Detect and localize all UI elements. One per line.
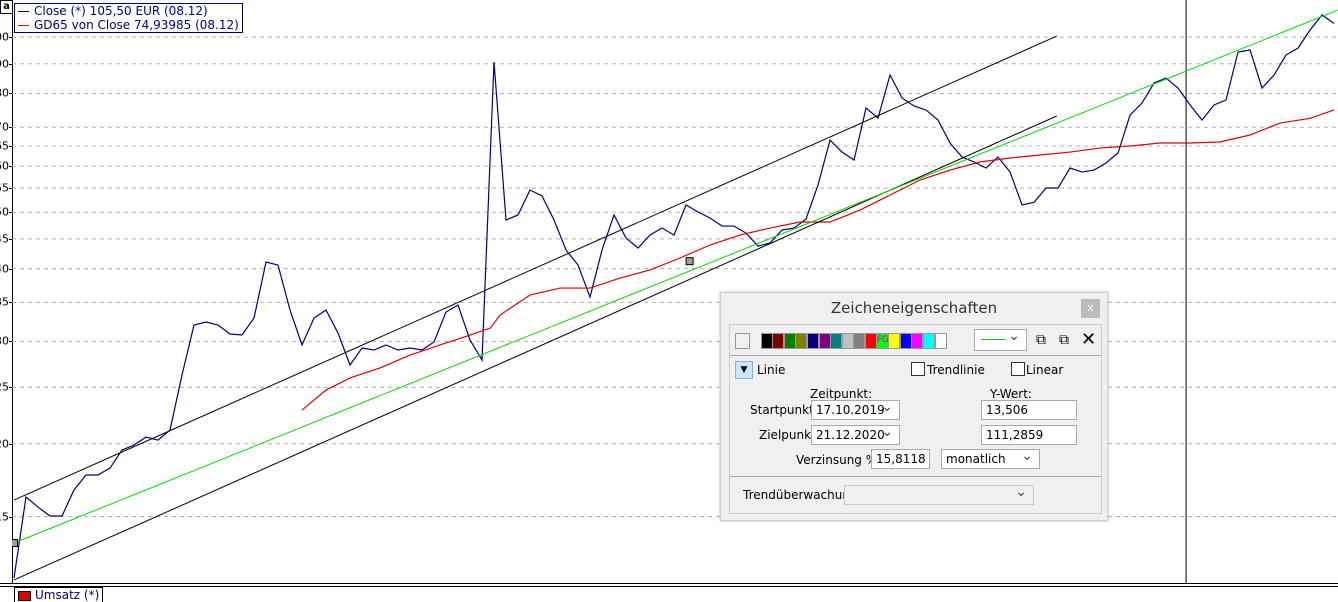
trendueberwachung-select[interactable] [844, 485, 1034, 505]
delete-icon[interactable]: ✕ [1081, 329, 1096, 350]
color-swatch[interactable] [935, 333, 947, 349]
color-swatch[interactable] [888, 333, 900, 349]
y-tick-label: 70 [0, 121, 9, 134]
trend-green-line [14, 10, 1338, 543]
divider [730, 476, 1101, 477]
dialog-title: Zeicheneigenschaften [721, 299, 1107, 317]
y-tick-label: 65 [0, 139, 9, 152]
pane-a-label[interactable]: a [0, 0, 13, 14]
legend-label: Close (*) 105,50 EUR (08.12) [34, 4, 208, 18]
y-tick-label: 45 [0, 232, 9, 245]
y-tick-label: 30 [0, 335, 9, 348]
fg-label: FG [877, 335, 889, 345]
startpunkt-date-select[interactable]: 17.10.2019 [811, 400, 900, 420]
divider [730, 355, 1101, 356]
trendlinie-checkbox[interactable] [911, 362, 925, 376]
y-tick-label: 50 [0, 206, 9, 219]
trendline-handle [686, 258, 693, 265]
color-swatch[interactable] [819, 333, 831, 349]
color-swatch[interactable] [761, 333, 773, 349]
startpunkt-y-input[interactable]: 13,506 [981, 400, 1077, 420]
volume-swatch [18, 591, 31, 601]
legend-label: GD65 von Close 74,93985 (08.12) [34, 18, 239, 32]
legend[interactable]: Close (*) 105,50 EUR (08.12) GD65 von Cl… [14, 3, 243, 33]
legend-item-close[interactable]: Close (*) 105,50 EUR (08.12) [18, 4, 239, 18]
linie-label: Linie [757, 363, 785, 377]
trendline-handle [12, 540, 18, 547]
line-style-preview [981, 339, 1005, 340]
zeitpunkt-label: Zeitpunkt: [810, 387, 872, 401]
verzinsung-input[interactable]: 15,8118 [871, 449, 930, 469]
verzinsung-label: Verzinsung %: [796, 453, 881, 467]
color-swatch[interactable] [795, 333, 807, 349]
y-tick-label: 100 [0, 31, 9, 44]
color-swatch[interactable] [784, 333, 796, 349]
linear-checkbox[interactable] [1011, 362, 1025, 376]
y-tick-label: 90 [0, 57, 9, 70]
color-swatch[interactable] [807, 333, 819, 349]
color-swatch[interactable] [865, 333, 877, 349]
color-swatch[interactable] [772, 333, 784, 349]
pane-divider[interactable] [0, 583, 1338, 587]
zielpunkt-date-select[interactable]: 21.12.2020 [811, 425, 900, 445]
y-tick-label: 55 [0, 182, 9, 195]
y-tick-label: 35 [0, 296, 9, 309]
close-series-line [14, 15, 1334, 578]
dialog-body: FG ⧉ ⧉ ✕ ▼ Linie Trendlinie Linear Zeitp… [729, 324, 1102, 514]
zielpunkt-y-input[interactable]: 111,2859 [981, 425, 1077, 445]
drawing-properties-dialog: Zeicheneigenschaften x FG ⧉ ⧉ ✕ ▼ Linie … [720, 292, 1108, 521]
trendlinie-label: Trendlinie [927, 363, 985, 377]
color-swatch[interactable] [853, 333, 865, 349]
zielpunkt-date-value: 21.12.2020 [816, 428, 885, 442]
legend-item-gd65[interactable]: GD65 von Close 74,93985 (08.12) [18, 18, 239, 32]
price-chart[interactable] [12, 0, 1338, 583]
legend-swatch [18, 11, 29, 12]
startpunkt-y-value: 13,506 [986, 403, 1028, 417]
y-tick-label: 60 [0, 160, 9, 173]
dialog-close-button[interactable]: x [1081, 299, 1100, 318]
verzinsung-value: 15,8118 [876, 452, 926, 466]
linear-label: Linear [1026, 363, 1063, 377]
bring-front-icon[interactable]: ⧉ [1036, 332, 1046, 348]
color-swatch[interactable] [842, 333, 854, 349]
y-tick-label: 40 [0, 262, 9, 275]
color-swatch[interactable] [735, 333, 750, 349]
color-swatch[interactable] [900, 333, 912, 349]
period-select[interactable]: monatlich [941, 449, 1040, 469]
color-swatch[interactable] [911, 333, 923, 349]
color-swatch[interactable] [830, 333, 842, 349]
y-tick-label: 20 [0, 437, 9, 450]
volume-pane-legend[interactable]: Umsatz (*) [14, 587, 103, 602]
color-swatch[interactable]: FG [877, 333, 889, 349]
startpunkt-date-value: 17.10.2019 [816, 403, 885, 417]
volume-label: Umsatz (*) [35, 588, 99, 602]
ywert-label: Y-Wert: [990, 387, 1032, 401]
y-tick-label: 80 [0, 87, 9, 100]
y-tick-label: 25 [0, 381, 9, 394]
period-value: monatlich [946, 452, 1006, 466]
legend-swatch [18, 25, 29, 26]
color-swatch[interactable] [923, 333, 935, 349]
send-back-icon[interactable]: ⧉ [1059, 332, 1069, 348]
zielpunkt-y-value: 111,2859 [986, 428, 1043, 442]
collapse-toggle-icon[interactable]: ▼ [735, 361, 753, 379]
startpunkt-label: Startpunkt: [750, 403, 818, 417]
line-style-dropdown[interactable] [974, 329, 1027, 351]
y-tick-label: 15 [0, 510, 9, 523]
